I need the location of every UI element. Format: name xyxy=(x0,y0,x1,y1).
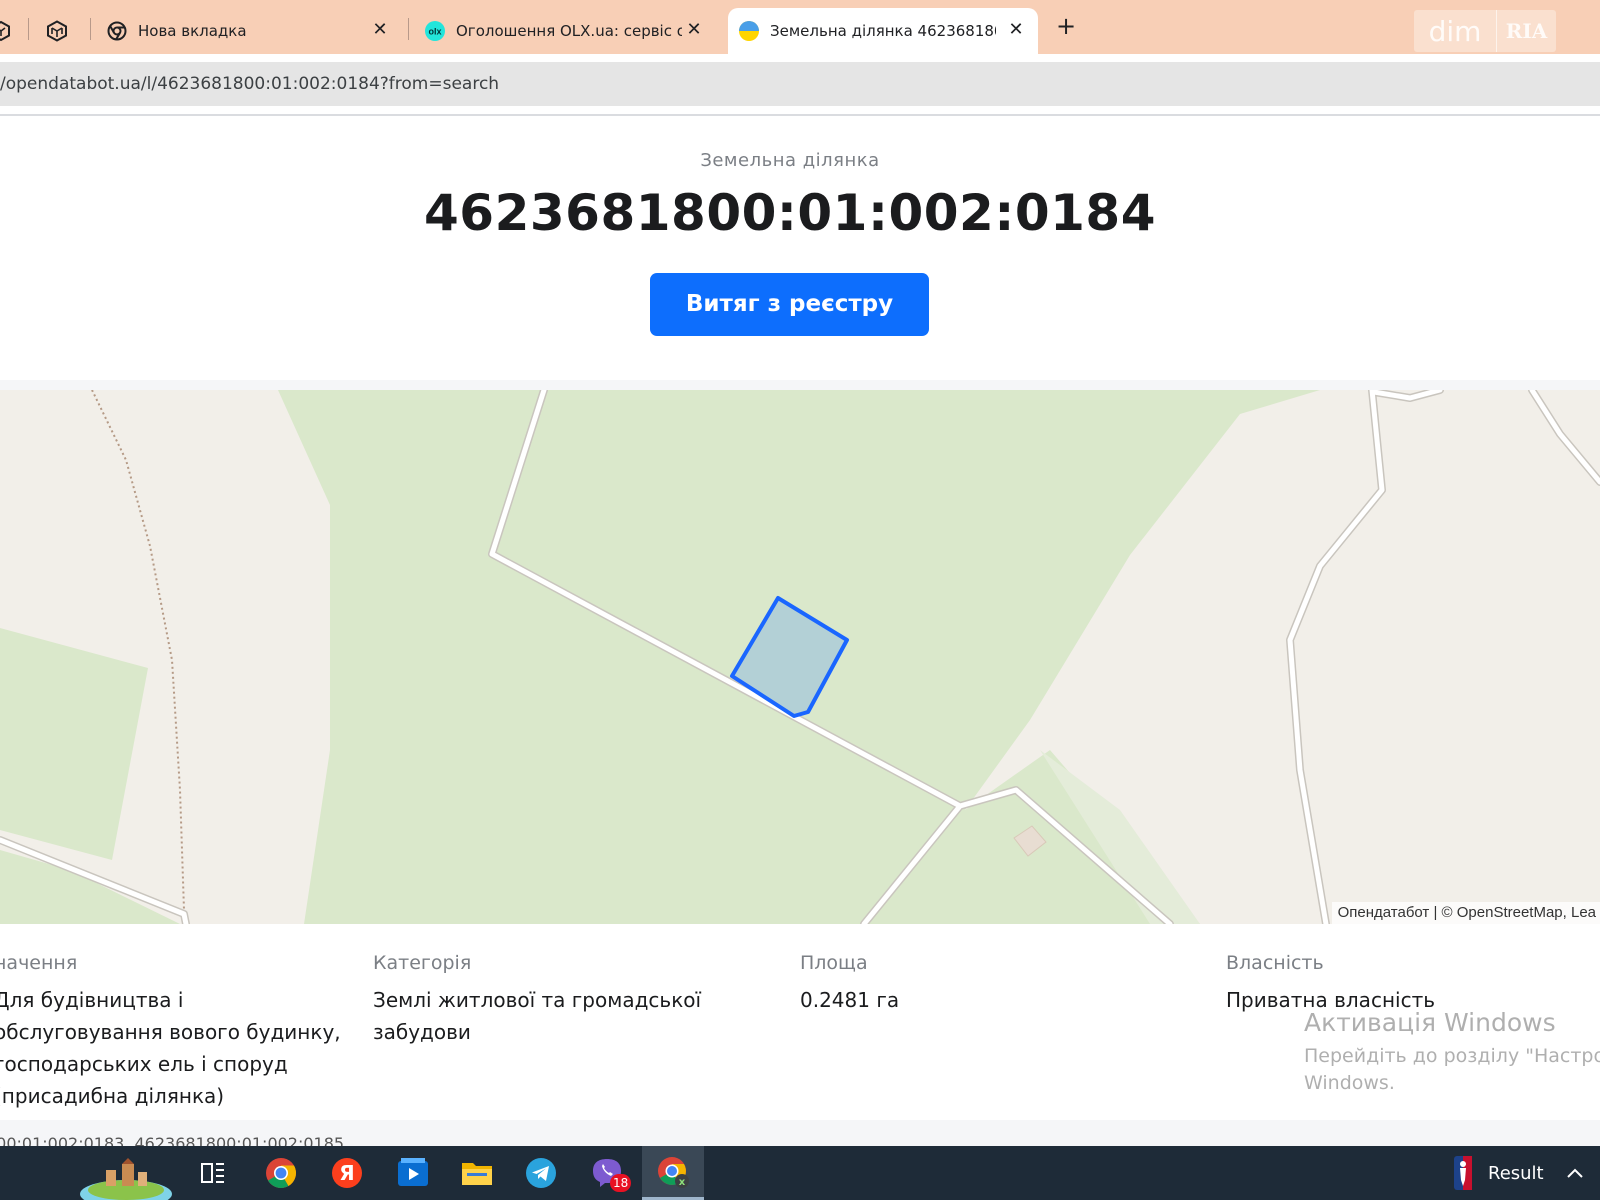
wood-area xyxy=(0,850,180,924)
taskbar-file-explorer[interactable] xyxy=(446,1146,508,1200)
svg-text:x: x xyxy=(679,1177,686,1188)
area-value: 0.2481 га xyxy=(800,988,900,1012)
parcel-map[interactable]: Опендатабот | © OpenStreetMap, Lea xyxy=(0,390,1600,924)
section-gap xyxy=(0,380,1600,390)
chrome-icon xyxy=(266,1158,297,1189)
wood-area xyxy=(0,628,148,860)
map-canvas[interactable] xyxy=(0,390,1600,924)
windows-taskbar: Я 18 x Result xyxy=(0,1146,1600,1200)
task-view-button[interactable] xyxy=(182,1146,244,1200)
nba-logo-icon xyxy=(1454,1156,1472,1190)
browser-tab-strip: Нова вкладка ✕ olx Оголошення OLX.ua: се… xyxy=(0,0,1600,54)
activation-line-2: Windows. xyxy=(1304,1072,1395,1094)
olx-icon: olx xyxy=(424,20,446,42)
ownership-label: Власність xyxy=(1226,952,1324,974)
taskbar-telegram[interactable] xyxy=(510,1146,572,1200)
browser-toolbar: /opendatabot.ua/l/4623681800:01:002:0184… xyxy=(0,54,1600,114)
area-label: Площа xyxy=(800,952,868,974)
show-hidden-icons-chevron[interactable] xyxy=(1566,1160,1584,1184)
purpose-label: начення xyxy=(0,952,78,974)
widgets-button[interactable] xyxy=(74,1146,174,1200)
hexagon-logo-icon xyxy=(47,20,67,42)
task-view-icon xyxy=(201,1163,224,1183)
widgets-landscape-icon xyxy=(80,1158,172,1200)
media-player-icon xyxy=(398,1158,428,1186)
telegram-icon xyxy=(526,1158,556,1188)
chrome-profile-icon: x xyxy=(658,1156,689,1188)
chevron-up-icon xyxy=(1567,1168,1583,1178)
address-bar[interactable]: /opendatabot.ua/l/4623681800:01:002:0184… xyxy=(0,62,1600,106)
category-value: Землі житлової та громадської забудови xyxy=(373,988,702,1044)
tab-title: Оголошення OLX.ua: сервіс ог xyxy=(456,22,682,40)
tab-olx[interactable]: olx Оголошення OLX.ua: сервіс ог ✕ xyxy=(414,8,716,54)
ownership-column: Власність Приватна власність xyxy=(1226,952,1526,1016)
svg-text:olx: olx xyxy=(428,27,441,37)
registry-extract-button[interactable]: Витяг з реєстру xyxy=(650,273,929,336)
activation-title: Активація Windows xyxy=(1304,1008,1556,1037)
neighbor-parcels-text[interactable]: 800:01:002:0183, 4623681800:01:002:0185 xyxy=(0,1134,344,1146)
tab-separator xyxy=(28,18,29,40)
tab-separator xyxy=(90,18,91,40)
close-tab-icon[interactable]: ✕ xyxy=(1006,20,1026,40)
purpose-value: Для будівництва і обслуговування вового … xyxy=(0,988,341,1108)
taskbar-chrome[interactable] xyxy=(250,1146,312,1200)
taskbar-media-player[interactable] xyxy=(382,1146,444,1200)
dimria-watermark: dim RIA xyxy=(1414,10,1556,52)
new-tab-button[interactable]: + xyxy=(1052,12,1080,40)
watermark-dim: dim xyxy=(1428,14,1482,48)
activation-line-1: Перейдіть до розділу "Настройк xyxy=(1304,1045,1600,1067)
tab-title: Земельна ділянка 4623681800 xyxy=(770,22,996,40)
pinned-tab-1[interactable] xyxy=(0,8,14,54)
category-label: Категорія xyxy=(373,952,472,974)
parcel-header: Земельна ділянка 4623681800:01:002:0184 … xyxy=(0,116,1600,380)
svg-text:Я: Я xyxy=(339,1161,354,1185)
tab-title: Нова вкладка xyxy=(138,22,247,40)
taskbar-viber[interactable]: 18 xyxy=(576,1146,638,1200)
tab-separator xyxy=(408,18,409,40)
url-text[interactable]: /opendatabot.ua/l/4623681800:01:002:0184… xyxy=(0,74,499,94)
yandex-browser-icon: Я xyxy=(332,1158,362,1188)
close-tab-icon[interactable]: ✕ xyxy=(684,20,704,40)
close-tab-icon[interactable]: ✕ xyxy=(370,20,390,40)
map-attribution[interactable]: Опендатабот | © OpenStreetMap, Lea xyxy=(1331,902,1600,924)
opendatabot-icon xyxy=(738,20,760,42)
cadastral-number: 4623681800:01:002:0184 xyxy=(424,184,1156,242)
result-label: Result xyxy=(1488,1162,1544,1184)
tab-new-tab[interactable]: Нова вкладка ✕ xyxy=(96,8,402,54)
category-column: Категорія Землі житлової та громадської … xyxy=(373,952,793,1048)
hexagon-logo-icon xyxy=(0,20,10,42)
watermark-ria: RIA xyxy=(1496,10,1556,52)
purpose-column: начення Для будівництва і обслуговування… xyxy=(0,952,344,1112)
area-column: Площа 0.2481 га xyxy=(800,952,1100,1016)
chrome-icon xyxy=(106,20,128,42)
page-subtitle: Земельна ділянка xyxy=(700,150,880,171)
folder-icon xyxy=(462,1163,492,1185)
tab-land-parcel[interactable]: Земельна ділянка 4623681800 ✕ xyxy=(728,8,1038,54)
neighbor-parcels: 800:01:002:0183, 4623681800:01:002:0185 xyxy=(0,1120,1600,1146)
viber-notification-badge: 18 xyxy=(610,1174,632,1192)
taskbar-yandex[interactable]: Я xyxy=(316,1146,378,1200)
taskbar-chrome-profile[interactable]: x xyxy=(642,1146,704,1200)
windows-activation-watermark: Активація Windows Перейдіть до розділу "… xyxy=(1304,1008,1600,1097)
pinned-tab-2[interactable] xyxy=(46,8,74,54)
taskbar-news-widget[interactable]: Result xyxy=(1454,1146,1544,1200)
